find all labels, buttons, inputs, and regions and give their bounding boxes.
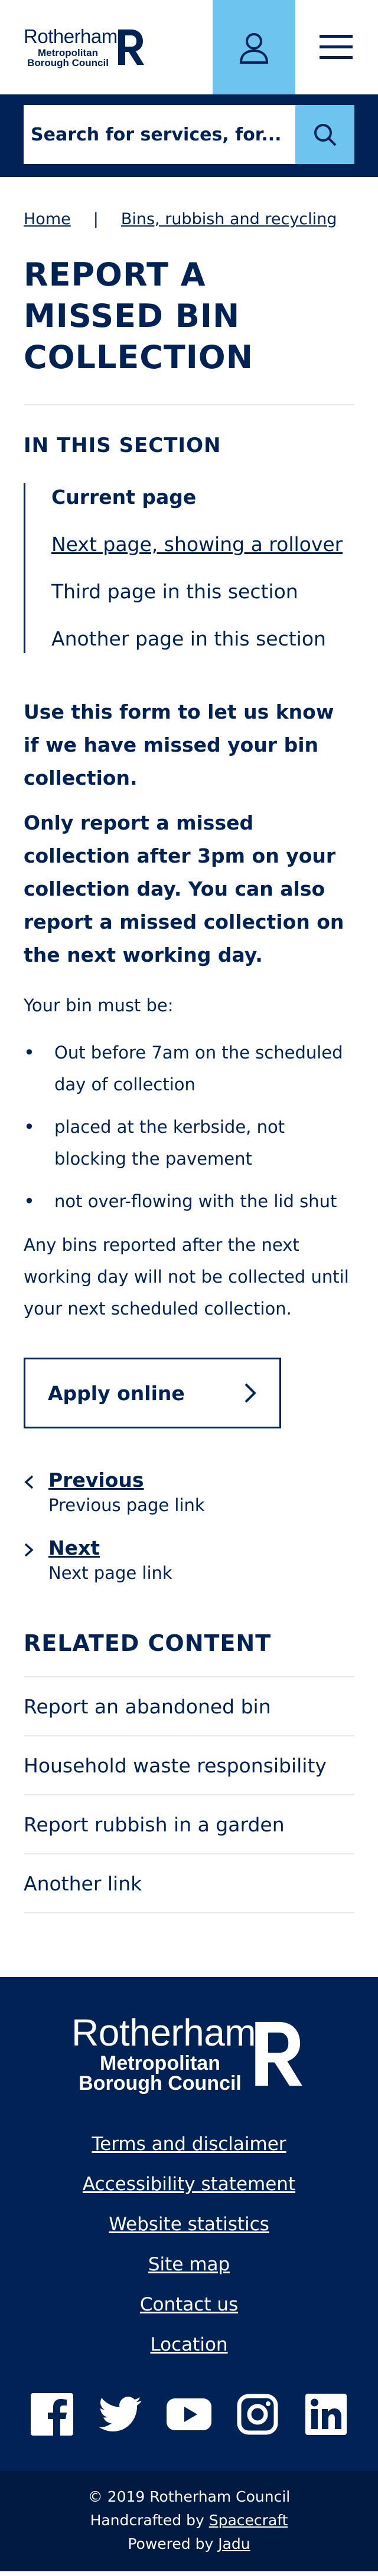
section-nav-item[interactable]: Next page, showing a rollover <box>51 530 354 559</box>
powered-prefix: Powered by <box>128 2535 219 2552</box>
footer-link-contact[interactable]: Contact us <box>0 2285 378 2325</box>
bin-requirements-list: Out before 7am on the scheduled day of c… <box>24 1037 354 1217</box>
user-icon <box>239 33 269 64</box>
footer-logo-line2: Metropolitan <box>100 2052 220 2074</box>
hamburger-icon <box>320 35 353 59</box>
section-nav: Current page Next page, showing a rollov… <box>24 483 354 653</box>
chevron-right-icon <box>24 1543 34 1557</box>
related-content-title: RELATED CONTENT <box>24 1630 272 1656</box>
instagram-icon <box>237 2394 278 2435</box>
facebook-link[interactable] <box>28 2391 76 2438</box>
search-button[interactable] <box>295 105 354 164</box>
spacecraft-link[interactable]: Spacecraft <box>209 2512 288 2529</box>
related-link[interactable]: Household waste responsibility <box>24 1736 354 1795</box>
council-logo[interactable]: Rotherham Metropolitan Borough Council <box>24 24 165 71</box>
intro-text-2: Only report a missed collection after 3p… <box>24 811 344 966</box>
footer-logo-line1: Rotherham <box>71 2011 256 2054</box>
search-input[interactable] <box>24 105 295 164</box>
footer-logo-line3: Borough Council <box>79 2072 242 2095</box>
page-title: REPORT A MISSED BIN COLLECTION <box>24 256 253 376</box>
intro-text: Use this form to let us know if we have … <box>24 700 334 789</box>
footer-link-location[interactable]: Location <box>0 2325 378 2365</box>
related-link[interactable]: Report rubbish in a garden <box>24 1795 354 1854</box>
logo-line3: Borough Council <box>27 57 109 68</box>
jadu-link[interactable]: Jadu <box>218 2535 250 2552</box>
list-item: Out before 7am on the scheduled day of c… <box>24 1037 354 1100</box>
main-content: Home | Bins, rubbish and recycling REPOR… <box>0 210 378 1913</box>
social-links <box>0 2391 378 2438</box>
linkedin-icon <box>305 2394 347 2435</box>
divider <box>24 404 354 405</box>
pager: Previous Previous page link Next Next pa… <box>24 1469 354 1583</box>
facebook-icon <box>31 2393 73 2436</box>
logo-mark-icon <box>118 30 144 65</box>
section-nav-item[interactable]: Another page in this section <box>51 625 354 653</box>
menu-button[interactable] <box>313 0 359 94</box>
apply-online-button[interactable]: Apply online <box>24 1358 281 1428</box>
search-bar <box>0 94 378 177</box>
twitter-link[interactable] <box>97 2391 144 2438</box>
logo-line2: Metropolitan <box>38 47 98 58</box>
breadcrumb: Home | Bins, rubbish and recycling <box>24 210 354 228</box>
breadcrumb-separator: | <box>93 210 99 228</box>
chevron-right-icon <box>245 1383 256 1403</box>
logo-line1: Rotherham <box>24 25 118 47</box>
breadcrumb-home[interactable]: Home <box>24 210 71 228</box>
bin-requirements-heading: Your bin must be: <box>24 995 174 1015</box>
site-footer: Rotherham Metropolitan Borough Council T… <box>0 1977 378 2471</box>
footer-links: Terms and disclaimer Accessibility state… <box>0 2124 378 2365</box>
twitter-icon <box>99 2397 142 2431</box>
linkedin-link[interactable] <box>302 2391 350 2438</box>
search-icon <box>314 124 337 146</box>
youtube-link[interactable] <box>165 2391 213 2438</box>
footer-link-sitemap[interactable]: Site map <box>0 2244 378 2285</box>
previous-page-link[interactable]: Previous Previous page link <box>24 1469 354 1515</box>
previous-subtitle: Previous page link <box>48 1495 205 1515</box>
late-report-text: Any bins reported after the next working… <box>24 1235 349 1319</box>
list-item: not over-flowing with the lid shut <box>24 1185 354 1217</box>
footer-link-statistics[interactable]: Website statistics <box>0 2204 378 2244</box>
chevron-left-icon <box>24 1475 34 1489</box>
section-nav-current: Current page <box>51 486 197 509</box>
related-content-list: Report an abandoned bin Household waste … <box>24 1676 354 1913</box>
related-link[interactable]: Report an abandoned bin <box>24 1677 354 1736</box>
section-nav-title: IN THIS SECTION <box>24 434 221 457</box>
site-header: Rotherham Metropolitan Borough Council <box>0 0 378 94</box>
footer-link-accessibility[interactable]: Accessibility statement <box>0 2164 378 2204</box>
footer-link-terms[interactable]: Terms and disclaimer <box>0 2124 378 2164</box>
list-item: placed at the kerbside, not blocking the… <box>24 1111 354 1175</box>
breadcrumb-bins[interactable]: Bins, rubbish and recycling <box>121 210 337 228</box>
youtube-icon <box>167 2398 211 2430</box>
handcrafted-prefix: Handcrafted by <box>90 2512 209 2529</box>
copyright-text: © 2019 Rotherham Council <box>87 2488 291 2505</box>
related-link[interactable]: Another link <box>24 1854 354 1913</box>
instagram-link[interactable] <box>234 2391 281 2438</box>
section-nav-item[interactable]: Third page in this section <box>51 578 354 606</box>
footer-logo-mark-icon <box>255 2021 302 2086</box>
account-button[interactable] <box>213 0 295 94</box>
copyright-bar: © 2019 Rotherham Council Handcrafted by … <box>0 2471 378 2571</box>
footer-logo[interactable]: Rotherham Metropolitan Borough Council <box>0 2014 378 2093</box>
previous-title[interactable]: Previous <box>48 1469 205 1492</box>
next-subtitle: Next page link <box>48 1563 172 1583</box>
next-page-link[interactable]: Next Next page link <box>24 1536 354 1583</box>
apply-online-label: Apply online <box>48 1381 185 1405</box>
next-title[interactable]: Next <box>48 1536 172 1559</box>
